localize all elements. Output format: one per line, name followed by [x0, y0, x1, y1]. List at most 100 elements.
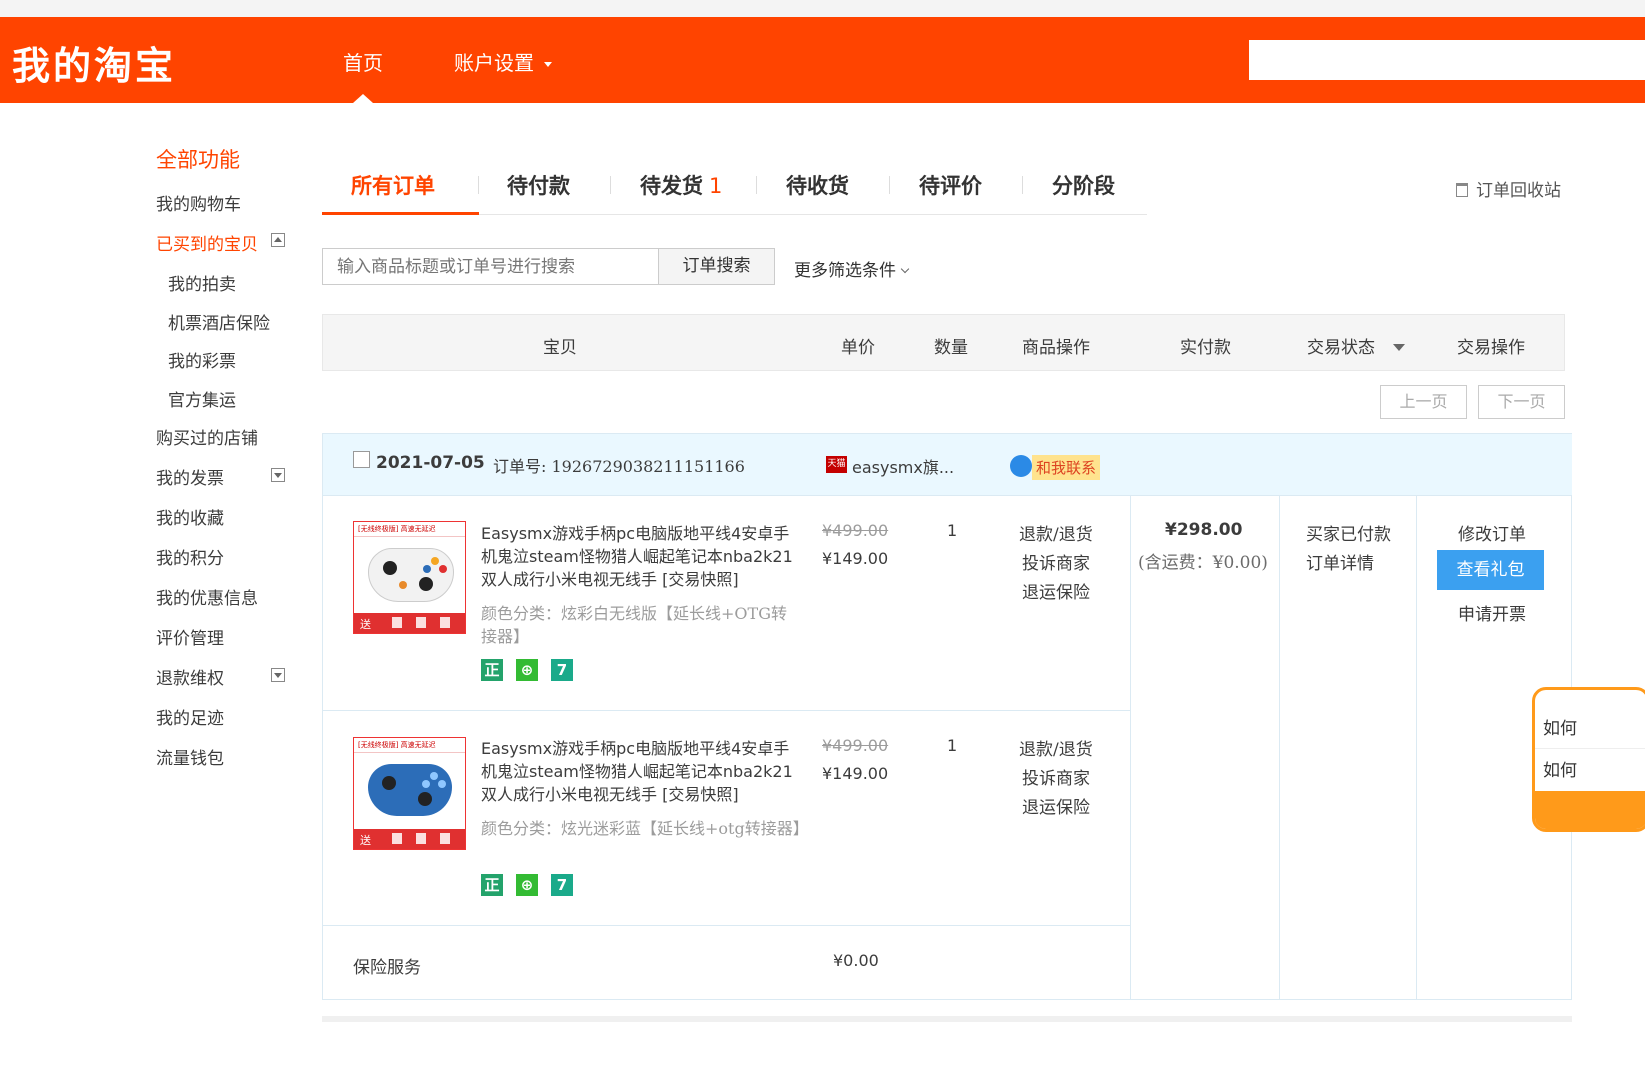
col-item: 宝贝 — [543, 338, 577, 358]
order-date: 2021-07-05 — [376, 453, 485, 473]
product-sku: 颜色分类：炫彩白无线版【延长线+OTG转接器】 — [481, 604, 787, 646]
divider — [1416, 495, 1417, 1000]
modify-order-link[interactable]: 修改订单 — [1458, 520, 1526, 545]
genuine-badge-icon[interactable]: 正 — [481, 874, 503, 896]
more-filters-label: 更多筛选条件 — [794, 261, 896, 281]
return-shipping-insurance-link[interactable]: 退运保险 — [1022, 793, 1090, 818]
product-thumbnail[interactable]: [无线终极版] 高速无延迟 送 — [353, 521, 466, 634]
order-search-button[interactable]: 订单搜索 — [658, 248, 775, 285]
expand-icon[interactable] — [271, 668, 285, 682]
trade-status: 买家已付款 — [1306, 525, 1391, 545]
product-thumbnail[interactable]: [无线终极版] 高速无延迟 送 — [353, 737, 466, 850]
sidebar-item-data-wallet[interactable]: 流量钱包 — [156, 744, 224, 769]
insurance-badge-icon[interactable]: ⊕ — [516, 874, 538, 896]
complain-seller-link[interactable]: 投诉商家 — [1022, 549, 1090, 574]
floating-help-panel[interactable]: 如何 如何 — [1532, 687, 1645, 832]
sidebar-item-invoices[interactable]: 我的发票 — [156, 464, 224, 489]
tab-pending-payment[interactable]: 待付款 — [507, 170, 570, 200]
tab-installments[interactable]: 分阶段 — [1052, 170, 1115, 200]
sidebar-item-points[interactable]: 我的积分 — [156, 544, 224, 569]
sidebar-title: 全部功能 — [156, 148, 240, 172]
col-actions: 交易操作 — [1457, 338, 1525, 358]
sidebar-item-auction[interactable]: 我的拍卖 — [168, 270, 236, 295]
sidebar-item-shops[interactable]: 购买过的店铺 — [156, 424, 258, 449]
chevron-down-icon — [900, 264, 910, 274]
trash-icon — [1456, 183, 1468, 197]
nav-account-settings[interactable]: 账户设置 — [454, 47, 552, 76]
order-search-input[interactable] — [322, 248, 659, 285]
refund-return-link[interactable]: 退款/退货 — [1019, 735, 1093, 760]
thumbnail-footer: 送 — [354, 829, 465, 849]
order-number-label: 订单号: — [493, 457, 547, 476]
gamepad-white-image — [368, 548, 454, 602]
order-details-link[interactable]: 订单详情 — [1306, 549, 1374, 574]
sidebar-item-refunds[interactable]: 退款维权 — [156, 664, 224, 689]
tab-pending-receipt[interactable]: 待收货 — [786, 170, 849, 200]
tab-count-badge: 1 — [709, 174, 723, 198]
gamepad-stick — [383, 561, 397, 575]
divider — [323, 710, 1130, 711]
sidebar-item-lottery[interactable]: 我的彩票 — [168, 347, 236, 372]
tab-pending-shipment[interactable]: 待发货 1 — [640, 170, 722, 200]
next-page-button[interactable]: 下一页 — [1478, 385, 1565, 419]
accessory-icon — [416, 617, 426, 628]
tab-separator — [1022, 176, 1023, 194]
seven-day-return-icon[interactable]: 7 — [551, 659, 573, 681]
quantity: 1 — [947, 736, 958, 755]
accessory-icon — [416, 833, 426, 844]
return-shipping-insurance-link[interactable]: 退运保险 — [1022, 578, 1090, 603]
product-title-link[interactable]: Easysmx游戏手柄pc电脑版地平线4安卓手机鬼泣steam怪物猎人崛起笔记本… — [481, 737, 796, 806]
order-number: 订单号: 1926729038211151166 — [493, 453, 745, 477]
help-question-link[interactable]: 如何 — [1543, 714, 1577, 739]
more-filters-toggle[interactable]: 更多筛选条件 — [794, 256, 910, 281]
prev-page-button[interactable]: 上一页 — [1380, 385, 1467, 419]
nav-home[interactable]: 首页 — [343, 47, 383, 76]
accessory-icon — [440, 617, 450, 628]
order-card — [322, 433, 1572, 1000]
complain-seller-link[interactable]: 投诉商家 — [1022, 764, 1090, 789]
tab-all-orders[interactable]: 所有订单 — [351, 170, 435, 200]
collapse-icon[interactable] — [271, 233, 285, 247]
sidebar-item-reviews[interactable]: 评价管理 — [156, 624, 224, 649]
thumbnail-banner: [无线终极版] 高速无延迟 — [354, 738, 465, 753]
product-sku: 颜色分类：炫光迷彩蓝【延长线+otg转接器】 — [481, 819, 809, 838]
original-price: ¥499.00 — [822, 521, 889, 540]
order-number-value: 1926729038211151166 — [551, 457, 745, 476]
sidebar-item-travel-insurance[interactable]: 机票酒店保险 — [168, 309, 270, 334]
expand-icon[interactable] — [271, 468, 285, 482]
sidebar-item-coupons[interactable]: 我的优惠信息 — [156, 584, 258, 609]
sidebar-item-favorites[interactable]: 我的收藏 — [156, 504, 224, 529]
divider — [323, 925, 1130, 926]
gamepad-button — [438, 780, 446, 788]
col-qty: 数量 — [934, 338, 968, 358]
insurance-badge-icon[interactable]: ⊕ — [516, 659, 538, 681]
tab-label: 待发货 — [640, 174, 703, 198]
gamepad-button — [399, 581, 407, 589]
col-status-filter[interactable]: 交易状态 — [1307, 333, 1405, 358]
genuine-badge-icon[interactable]: 正 — [481, 659, 503, 681]
refund-return-link[interactable]: 退款/退货 — [1019, 520, 1093, 545]
original-price: ¥499.00 — [822, 736, 889, 755]
accessory-icon — [392, 833, 402, 844]
seven-day-return-icon[interactable]: 7 — [551, 874, 573, 896]
view-gift-button[interactable]: 查看礼包 — [1437, 550, 1544, 590]
gamepad-button — [439, 565, 447, 573]
store-name-link[interactable]: easysmx旗... — [852, 454, 954, 478]
help-chat-bar[interactable] — [1535, 791, 1645, 829]
order-select-checkbox[interactable] — [353, 451, 370, 468]
gift-label: 送 — [360, 618, 371, 631]
request-invoice-link[interactable]: 申请开票 — [1458, 600, 1526, 625]
sidebar-item-consolidated-shipping[interactable]: 官方集运 — [168, 386, 236, 411]
header-search-input[interactable] — [1249, 40, 1645, 80]
tab-pending-review[interactable]: 待评价 — [919, 170, 982, 200]
recycle-bin-link[interactable]: 订单回收站 — [1456, 176, 1561, 201]
chat-icon — [1010, 455, 1032, 477]
sidebar-item-purchased[interactable]: 已买到的宝贝 — [156, 230, 258, 255]
sidebar-item-footprints[interactable]: 我的足迹 — [156, 704, 224, 729]
gamepad-stick — [418, 792, 432, 806]
sidebar-item-cart[interactable]: 我的购物车 — [156, 190, 241, 215]
help-question-link[interactable]: 如何 — [1543, 756, 1577, 781]
product-title-link[interactable]: Easysmx游戏手柄pc电脑版地平线4安卓手机鬼泣steam怪物猎人崛起笔记本… — [481, 522, 796, 591]
tab-separator — [478, 176, 479, 194]
site-logo[interactable]: 我的淘宝 — [12, 35, 176, 90]
